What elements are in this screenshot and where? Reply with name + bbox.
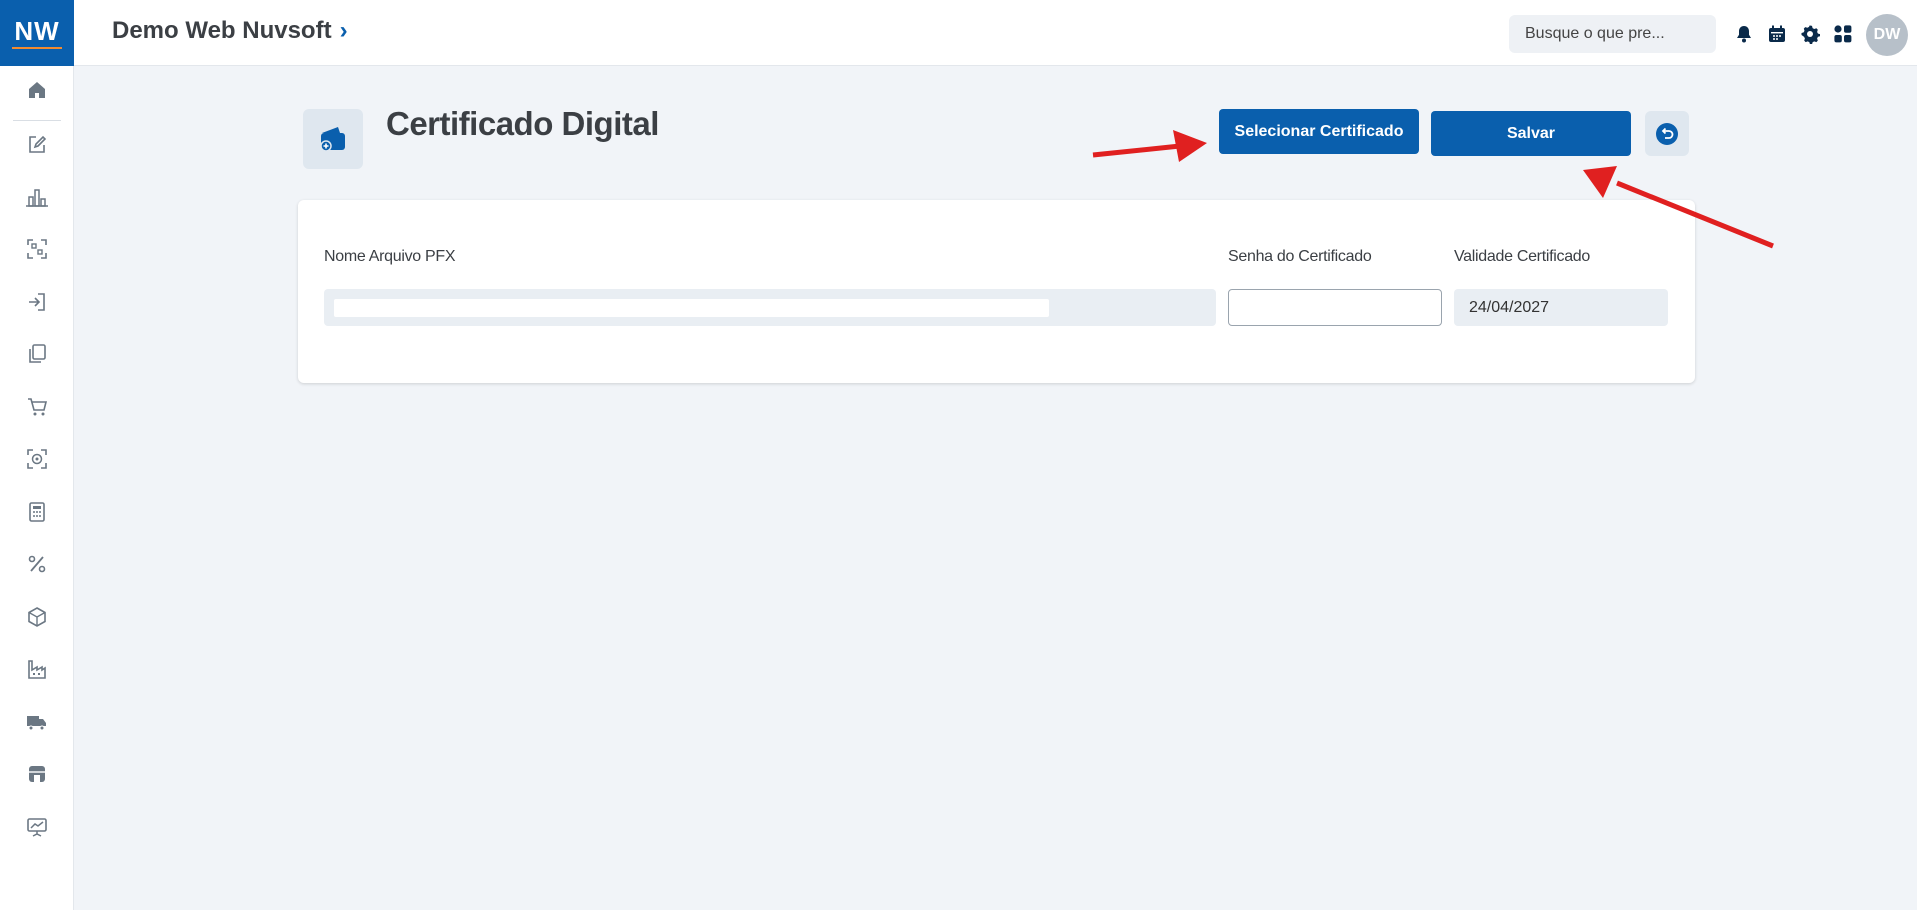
edit-document-icon (29, 135, 47, 153)
sidebar-item-production[interactable] (19, 651, 55, 687)
store-icon (29, 766, 45, 782)
certificate-validity-value: 24/04/2027 (1469, 298, 1550, 316)
avatar-initials: DW (1873, 26, 1901, 43)
annotation-arrow-select (1092, 130, 1207, 162)
sidebar-item-scan[interactable] (19, 231, 55, 267)
percent-icon (28, 555, 46, 573)
sidebar-item-dashboard[interactable] (19, 809, 55, 845)
sidebar (0, 66, 74, 910)
factory-icon (28, 660, 46, 679)
save-button[interactable]: Salvar (1431, 111, 1631, 156)
wallet-add-icon (320, 127, 345, 152)
chevron-right-icon: › (339, 17, 348, 44)
sidebar-divider (13, 120, 61, 121)
sidebar-item-target[interactable] (19, 441, 55, 477)
scan-icon (27, 239, 47, 259)
top-bar: NW Demo Web Nuvsoft › Busque o que pre..… (0, 0, 1917, 66)
logo-underline (12, 46, 62, 49)
search-input[interactable]: Busque o que pre... (1509, 15, 1716, 53)
bell-icon[interactable] (1730, 20, 1757, 47)
copy-icon (29, 344, 46, 363)
certificate-password-label: Senha do Certificado (1228, 248, 1372, 265)
company-name: Demo Web Nuvsoft (112, 17, 332, 44)
back-button[interactable] (1645, 111, 1689, 156)
presentation-icon (27, 818, 47, 837)
certificate-validity-label: Validade Certificado (1454, 248, 1591, 265)
sidebar-item-logistics[interactable] (19, 704, 55, 740)
page-title: Certificado Digital (386, 105, 659, 142)
sidebar-item-edit[interactable] (19, 126, 55, 162)
pfx-file-label: Nome Arquivo PFX (324, 248, 456, 265)
sidebar-item-products[interactable] (19, 599, 55, 635)
login-icon (29, 293, 45, 311)
sidebar-item-sales[interactable] (19, 389, 55, 425)
select-certificate-button[interactable]: Selecionar Certificado (1219, 109, 1419, 154)
search-placeholder: Busque o que pre... (1525, 25, 1665, 42)
page-icon (303, 109, 363, 169)
sidebar-item-entry[interactable] (19, 284, 55, 320)
top-icons (1730, 20, 1856, 47)
apps-grid-icon[interactable] (1829, 20, 1856, 47)
redacted-file-name (334, 298, 1049, 317)
calendar-icon[interactable] (1763, 20, 1790, 47)
sidebar-item-taxes[interactable] (19, 546, 55, 582)
certificate-validity-field: 24/04/2027 (1454, 289, 1668, 326)
logo-text: NW (14, 15, 60, 46)
sidebar-item-store[interactable] (19, 756, 55, 792)
truck-icon (27, 716, 46, 731)
app-logo[interactable]: NW (0, 0, 74, 66)
sidebar-item-reports[interactable] (19, 179, 55, 215)
undo-icon (1656, 122, 1678, 145)
sidebar-item-home[interactable] (19, 72, 55, 108)
certificate-form-card: Nome Arquivo PFX Senha do Certificado Va… (298, 200, 1695, 383)
sidebar-item-documents[interactable] (19, 336, 55, 372)
avatar[interactable]: DW (1866, 14, 1908, 56)
bar-chart-icon (26, 189, 48, 207)
sidebar-item-calculator[interactable] (19, 494, 55, 530)
certificate-password-input[interactable] (1228, 289, 1442, 326)
company-selector[interactable]: Demo Web Nuvsoft › (112, 17, 348, 45)
gear-icon[interactable] (1796, 20, 1823, 47)
cart-icon (28, 398, 48, 416)
calculator-icon (29, 502, 45, 522)
target-icon (27, 449, 47, 469)
pfx-file-field (324, 289, 1216, 326)
home-icon (29, 82, 45, 98)
box-icon (28, 607, 46, 627)
